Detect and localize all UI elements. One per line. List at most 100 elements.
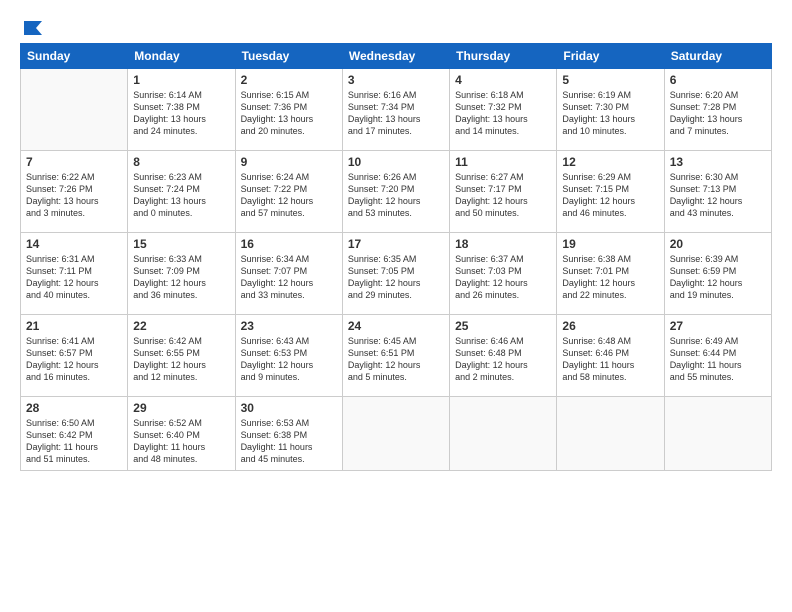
day-info: Sunrise: 6:24 AMSunset: 7:22 PMDaylight:… [241, 171, 337, 220]
day-number: 13 [670, 155, 766, 169]
day-number: 7 [26, 155, 122, 169]
day-info: Sunrise: 6:29 AMSunset: 7:15 PMDaylight:… [562, 171, 658, 220]
day-info: Sunrise: 6:18 AMSunset: 7:32 PMDaylight:… [455, 89, 551, 138]
calendar-cell: 12 Sunrise: 6:29 AMSunset: 7:15 PMDayligh… [557, 151, 664, 233]
calendar-cell: 5Sunrise: 6:19 AMSunset: 7:30 PMDaylight… [557, 69, 664, 151]
header-area [20, 15, 772, 35]
calendar-cell [21, 69, 128, 151]
day-number: 15 [133, 237, 229, 251]
day-number: 18 [455, 237, 551, 251]
day-info: Sunrise: 6:31 AMSunset: 7:11 PMDaylight:… [26, 253, 122, 302]
calendar-cell: 1Sunrise: 6:14 AMSunset: 7:38 PMDaylight… [128, 69, 235, 151]
day-number: 12 [562, 155, 658, 169]
day-info: Sunrise: 6:19 AMSunset: 7:30 PMDaylight:… [562, 89, 658, 138]
day-info: Sunrise: 6:33 AMSunset: 7:09 PMDaylight:… [133, 253, 229, 302]
day-info: Sunrise: 6:45 AMSunset: 6:51 PMDaylight:… [348, 335, 444, 384]
day-info: Sunrise: 6:23 AMSunset: 7:24 PMDaylight:… [133, 171, 229, 220]
day-number: 25 [455, 319, 551, 333]
weekday-header-row: SundayMondayTuesdayWednesdayThursdayFrid… [21, 44, 772, 69]
day-info: Sunrise: 6:49 AMSunset: 6:44 PMDaylight:… [670, 335, 766, 384]
calendar-cell: 13 Sunrise: 6:30 AMSunset: 7:13 PMDayligh… [664, 151, 771, 233]
day-number: 16 [241, 237, 337, 251]
day-number: 23 [241, 319, 337, 333]
calendar-cell: 26 Sunrise: 6:48 AMSunset: 6:46 PMDayligh… [557, 315, 664, 397]
calendar-week-row: 21 Sunrise: 6:41 AMSunset: 6:57 PMDayligh… [21, 315, 772, 397]
logo-flag-icon [22, 19, 44, 37]
calendar-cell: 16 Sunrise: 6:34 AMSunset: 7:07 PMDayligh… [235, 233, 342, 315]
weekday-header-thursday: Thursday [450, 44, 557, 69]
day-number: 28 [26, 401, 122, 415]
day-info: Sunrise: 6:50 AMSunset: 6:42 PMDaylight:… [26, 417, 122, 466]
day-number: 24 [348, 319, 444, 333]
day-info: Sunrise: 6:43 AMSunset: 6:53 PMDaylight:… [241, 335, 337, 384]
logo [20, 19, 44, 35]
calendar-week-row: 7 Sunrise: 6:22 AMSunset: 7:26 PMDaylight… [21, 151, 772, 233]
day-info: Sunrise: 6:27 AMSunset: 7:17 PMDaylight:… [455, 171, 551, 220]
day-number: 30 [241, 401, 337, 415]
day-info: Sunrise: 6:37 AMSunset: 7:03 PMDaylight:… [455, 253, 551, 302]
day-info: Sunrise: 6:42 AMSunset: 6:55 PMDaylight:… [133, 335, 229, 384]
calendar-cell: 9 Sunrise: 6:24 AMSunset: 7:22 PMDaylight… [235, 151, 342, 233]
calendar-cell: 17 Sunrise: 6:35 AMSunset: 7:05 PMDayligh… [342, 233, 449, 315]
day-info: Sunrise: 6:48 AMSunset: 6:46 PMDaylight:… [562, 335, 658, 384]
day-info: Sunrise: 6:26 AMSunset: 7:20 PMDaylight:… [348, 171, 444, 220]
day-info: Sunrise: 6:53 AMSunset: 6:38 PMDaylight:… [241, 417, 337, 466]
calendar-cell: 18 Sunrise: 6:37 AMSunset: 7:03 PMDayligh… [450, 233, 557, 315]
day-number: 21 [26, 319, 122, 333]
day-number: 1 [133, 73, 229, 87]
day-info: Sunrise: 6:46 AMSunset: 6:48 PMDaylight:… [455, 335, 551, 384]
day-number: 20 [670, 237, 766, 251]
calendar-cell [342, 397, 449, 471]
calendar-cell: 19 Sunrise: 6:38 AMSunset: 7:01 PMDayligh… [557, 233, 664, 315]
day-info: Sunrise: 6:35 AMSunset: 7:05 PMDaylight:… [348, 253, 444, 302]
calendar-cell: 8 Sunrise: 6:23 AMSunset: 7:24 PMDaylight… [128, 151, 235, 233]
calendar-cell [450, 397, 557, 471]
weekday-header-monday: Monday [128, 44, 235, 69]
calendar-cell: 24 Sunrise: 6:45 AMSunset: 6:51 PMDayligh… [342, 315, 449, 397]
day-number: 19 [562, 237, 658, 251]
day-info: Sunrise: 6:16 AMSunset: 7:34 PMDaylight:… [348, 89, 444, 138]
weekday-header-wednesday: Wednesday [342, 44, 449, 69]
calendar-cell: 29 Sunrise: 6:52 AMSunset: 6:40 PMDayligh… [128, 397, 235, 471]
day-info: Sunrise: 6:22 AMSunset: 7:26 PMDaylight:… [26, 171, 122, 220]
calendar-cell: 3 Sunrise: 6:16 AMSunset: 7:34 PMDaylight… [342, 69, 449, 151]
day-number: 22 [133, 319, 229, 333]
day-info: Sunrise: 6:38 AMSunset: 7:01 PMDaylight:… [562, 253, 658, 302]
day-number: 14 [26, 237, 122, 251]
calendar-cell: 7 Sunrise: 6:22 AMSunset: 7:26 PMDaylight… [21, 151, 128, 233]
day-number: 4 [455, 73, 551, 87]
calendar-week-row: 1Sunrise: 6:14 AMSunset: 7:38 PMDaylight… [21, 69, 772, 151]
day-number: 8 [133, 155, 229, 169]
calendar-week-row: 14 Sunrise: 6:31 AMSunset: 7:11 PMDayligh… [21, 233, 772, 315]
day-number: 11 [455, 155, 551, 169]
calendar-cell: 30 Sunrise: 6:53 AMSunset: 6:38 PMDayligh… [235, 397, 342, 471]
day-info: Sunrise: 6:30 AMSunset: 7:13 PMDaylight:… [670, 171, 766, 220]
calendar-table: SundayMondayTuesdayWednesdayThursdayFrid… [20, 43, 772, 471]
weekday-header-tuesday: Tuesday [235, 44, 342, 69]
weekday-header-friday: Friday [557, 44, 664, 69]
day-number: 6 [670, 73, 766, 87]
calendar-cell: 4 Sunrise: 6:18 AMSunset: 7:32 PMDaylight… [450, 69, 557, 151]
day-number: 29 [133, 401, 229, 415]
day-number: 27 [670, 319, 766, 333]
day-number: 26 [562, 319, 658, 333]
calendar-cell: 20 Sunrise: 6:39 AMSunset: 6:59 PMDayligh… [664, 233, 771, 315]
day-number: 10 [348, 155, 444, 169]
calendar-cell [664, 397, 771, 471]
calendar-cell: 2Sunrise: 6:15 AMSunset: 7:36 PMDaylight… [235, 69, 342, 151]
day-number: 9 [241, 155, 337, 169]
calendar-cell: 25 Sunrise: 6:46 AMSunset: 6:48 PMDayligh… [450, 315, 557, 397]
day-number: 3 [348, 73, 444, 87]
day-info: Sunrise: 6:41 AMSunset: 6:57 PMDaylight:… [26, 335, 122, 384]
calendar-cell: 28 Sunrise: 6:50 AMSunset: 6:42 PMDayligh… [21, 397, 128, 471]
day-number: 17 [348, 237, 444, 251]
weekday-header-sunday: Sunday [21, 44, 128, 69]
calendar-cell: 21 Sunrise: 6:41 AMSunset: 6:57 PMDayligh… [21, 315, 128, 397]
day-info: Sunrise: 6:52 AMSunset: 6:40 PMDaylight:… [133, 417, 229, 466]
day-info: Sunrise: 6:34 AMSunset: 7:07 PMDaylight:… [241, 253, 337, 302]
calendar-week-row: 28 Sunrise: 6:50 AMSunset: 6:42 PMDayligh… [21, 397, 772, 471]
calendar-cell: 27 Sunrise: 6:49 AMSunset: 6:44 PMDayligh… [664, 315, 771, 397]
day-info: Sunrise: 6:20 AMSunset: 7:28 PMDaylight:… [670, 89, 766, 138]
day-info: Sunrise: 6:39 AMSunset: 6:59 PMDaylight:… [670, 253, 766, 302]
calendar-cell: 23 Sunrise: 6:43 AMSunset: 6:53 PMDayligh… [235, 315, 342, 397]
